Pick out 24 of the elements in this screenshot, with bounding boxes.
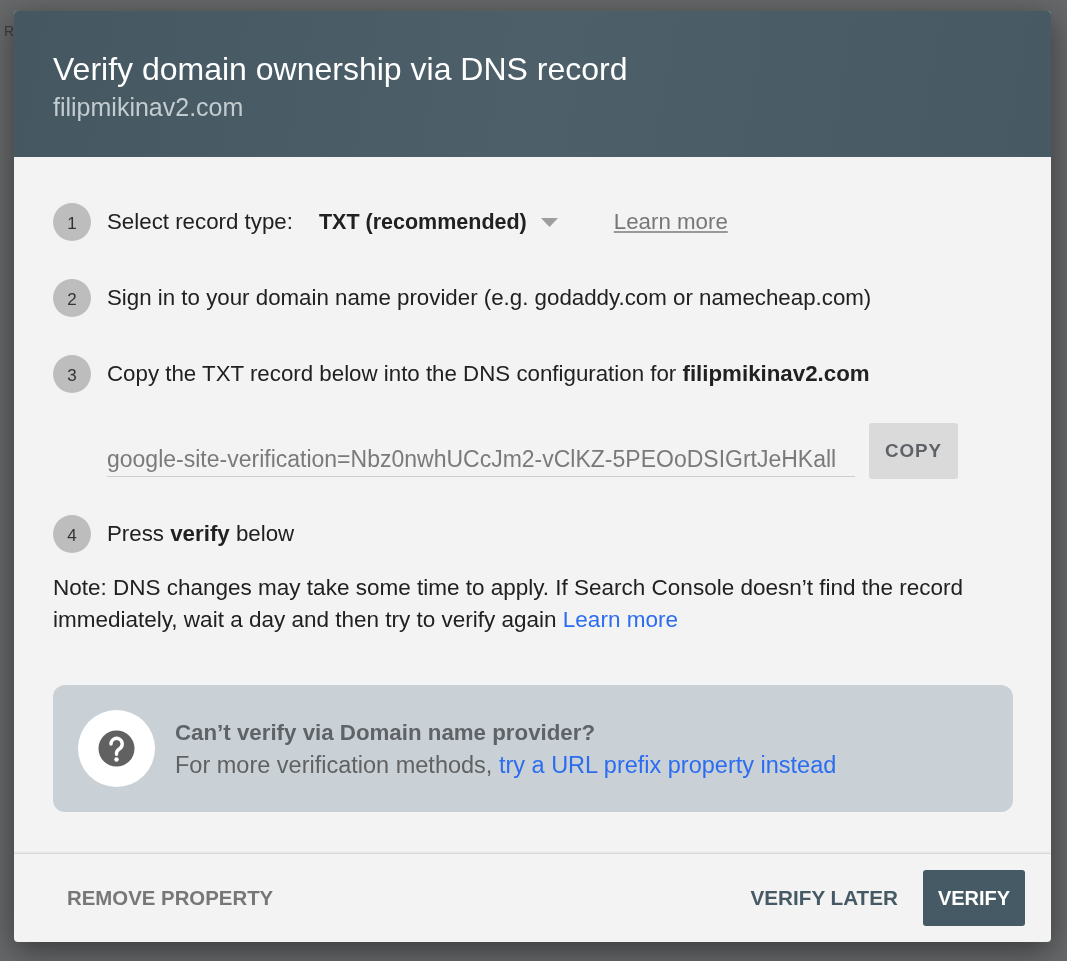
step-number: 3 bbox=[53, 355, 91, 393]
record-type-dropdown[interactable]: TXT (recommended) bbox=[318, 207, 558, 237]
step-label: Select record type: bbox=[107, 208, 293, 236]
verify-later-button[interactable]: VERIFY LATER bbox=[736, 868, 912, 928]
dialog-title: Verify domain ownership via DNS record bbox=[53, 51, 629, 87]
step-text: Sign in to your domain name provider (e.g. godaddy.com or namecheap.com) bbox=[107, 284, 872, 312]
remove-property-button[interactable]: REMOVE PROPERTY bbox=[53, 868, 288, 928]
copy-button[interactable]: COPY bbox=[869, 423, 958, 479]
step-number: 4 bbox=[53, 515, 91, 553]
help-text: For more verification methods, try a URL prefix property instead bbox=[175, 750, 837, 780]
step-text: Copy the TXT record below into the DNS configuration for filipmikinav2.com bbox=[107, 360, 870, 388]
url-prefix-link[interactable]: try a URL prefix property instead bbox=[498, 751, 837, 778]
help-title: Can’t verify via Domain name provider? bbox=[175, 718, 597, 747]
step-number: 1 bbox=[53, 203, 91, 241]
learn-more-link[interactable]: Learn more bbox=[562, 607, 678, 632]
note-text: Note: DNS changes may take some time to apply. If Search Console doesn’t find the record immediately, wait a day and then try to verify again Learn more bbox=[53, 574, 965, 634]
learn-more-link[interactable]: Learn more bbox=[613, 207, 728, 237]
step-text: Press verify below bbox=[107, 520, 295, 548]
domain-subtitle: filipmikinav2.com bbox=[53, 93, 245, 121]
help-icon bbox=[78, 710, 155, 787]
step-number: 2 bbox=[53, 279, 91, 317]
caret-icon bbox=[540, 217, 558, 227]
verify-button[interactable]: VERIFY bbox=[923, 870, 1025, 926]
txt-record-field[interactable]: google-site-verification=Nbz0nwhUCcJm2-vClKZ-5PEOoDSIGrtJeHKall bbox=[107, 435, 855, 477]
